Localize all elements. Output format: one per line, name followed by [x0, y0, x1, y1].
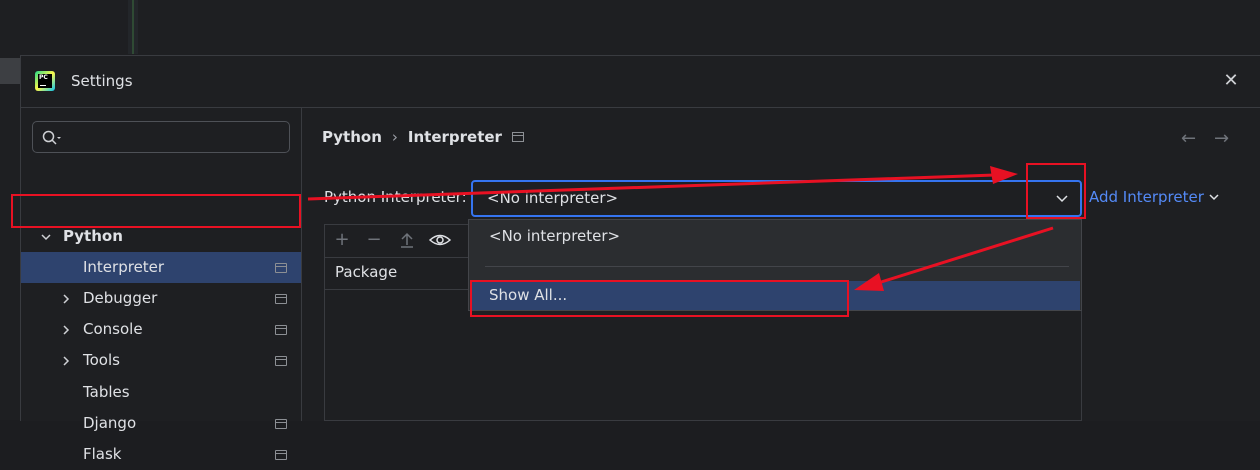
title-bar: PC Settings ✕: [21, 56, 1260, 108]
breadcrumb-current: Interpreter: [407, 128, 502, 146]
interpreter-dropdown: <No interpreter> Show All...: [468, 219, 1082, 311]
pin-icon: [275, 263, 287, 273]
dialog-title: Settings: [71, 72, 133, 90]
dropdown-option-label: Show All...: [489, 286, 568, 304]
chevron-down-icon: [41, 234, 51, 241]
close-icon[interactable]: ✕: [1223, 72, 1239, 90]
sidebar-item-tables[interactable]: Tables: [21, 377, 301, 408]
pin-icon: [275, 419, 287, 429]
dropdown-separator: [485, 266, 1069, 267]
sidebar-item-interpreter[interactable]: Interpreter: [21, 252, 301, 283]
pin-icon[interactable]: [512, 132, 524, 142]
sidebar-item-label: Flask: [83, 445, 122, 463]
add-icon[interactable]: +: [333, 231, 351, 249]
sidebar-item-label: Console: [83, 320, 143, 338]
sidebar-item-tools[interactable]: Tools: [21, 345, 301, 376]
sidebar-item-label: Tools: [83, 351, 120, 369]
search-input[interactable]: [69, 126, 283, 150]
column-header-package[interactable]: Package: [335, 263, 397, 281]
search-icon: [42, 130, 61, 145]
sidebar-item-django[interactable]: Django: [21, 408, 301, 439]
pycharm-icon: PC: [35, 71, 55, 91]
sidebar-item-debugger[interactable]: Debugger: [21, 283, 301, 314]
sidebar-item-label: Django: [83, 414, 137, 432]
ide-divider: [128, 0, 138, 54]
chevron-down-icon[interactable]: [1056, 194, 1068, 204]
sidebar-item-console[interactable]: Console: [21, 314, 301, 345]
upgrade-icon[interactable]: [398, 231, 416, 249]
pin-icon: [275, 325, 287, 335]
sidebar-item-python[interactable]: Python: [21, 221, 301, 252]
dropdown-option-no-interpreter[interactable]: <No interpreter>: [489, 227, 620, 245]
breadcrumb-separator: ›: [391, 128, 398, 146]
sidebar-item-label: Tables: [83, 383, 130, 401]
add-interpreter-label: Add Interpreter: [1089, 188, 1204, 206]
sidebar-item-label: Python: [63, 227, 123, 245]
pin-icon: [275, 294, 287, 304]
breadcrumb: Python › Interpreter: [322, 128, 502, 146]
chevron-down-icon: [1209, 193, 1219, 200]
chevron-right-icon: [63, 294, 70, 304]
interpreter-label: Python Interpreter:: [324, 188, 467, 206]
pin-icon: [275, 450, 287, 460]
add-interpreter-link[interactable]: Add Interpreter: [1089, 188, 1220, 206]
interpreter-combobox[interactable]: <No interpreter>: [471, 180, 1082, 217]
ide-background: [0, 0, 1260, 58]
chevron-right-icon: [63, 325, 70, 335]
sidebar-item-label: Debugger: [83, 289, 158, 307]
search-field[interactable]: [32, 121, 290, 153]
dropdown-option-show-all[interactable]: Show All...: [470, 281, 1080, 310]
chevron-right-icon: [63, 356, 70, 366]
ide-left-strip: [0, 58, 20, 420]
eye-icon[interactable]: [429, 231, 451, 249]
breadcrumb-parent[interactable]: Python: [322, 128, 382, 146]
ide-left-tab: [0, 58, 20, 84]
sidebar-item-label: Interpreter: [83, 258, 165, 276]
interpreter-selected-value: <No interpreter>: [487, 189, 619, 207]
back-arrow-icon[interactable]: ←: [1181, 130, 1196, 148]
sidebar-item-flask[interactable]: Flask: [21, 439, 301, 470]
pin-icon: [275, 356, 287, 366]
forward-arrow-icon[interactable]: →: [1214, 130, 1229, 148]
settings-sidebar: Python Interpreter Debugger Console Tool…: [21, 108, 302, 463]
remove-icon[interactable]: −: [365, 231, 383, 249]
